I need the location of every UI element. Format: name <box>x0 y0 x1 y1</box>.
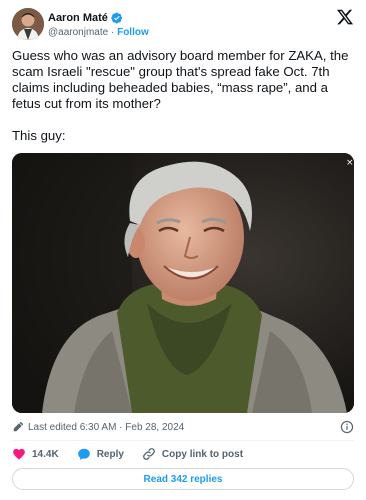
read-replies-button[interactable]: Read 342 replies <box>12 468 354 490</box>
copy-link-label: Copy link to post <box>161 448 244 460</box>
action-bar: 14.4K Reply Copy link to post <box>12 447 261 461</box>
separator-dot: · <box>110 27 115 38</box>
info-icon[interactable] <box>340 420 354 434</box>
x-logo-icon[interactable] <box>336 8 354 26</box>
edited-timestamp[interactable]: Last edited 6:30 AM · Feb 28, 2024 <box>28 422 184 433</box>
avatar[interactable] <box>12 8 44 40</box>
link-icon <box>143 448 155 460</box>
tweet-text: Guess who was an advisory board member f… <box>12 48 354 144</box>
author-handle[interactable]: @aaronjmate <box>48 27 108 38</box>
reply-button[interactable]: Reply <box>77 447 124 461</box>
reply-icon <box>77 448 90 460</box>
verified-badge-icon <box>111 12 123 24</box>
svg-text:×: × <box>346 158 354 168</box>
follow-button[interactable]: Follow <box>117 27 149 38</box>
like-count: 14.4K <box>32 448 59 460</box>
tweet-card: Aaron Maté @aaronjmate · Follow Guess wh… <box>0 0 366 500</box>
reply-label: Reply <box>96 448 124 460</box>
author-display-name[interactable]: Aaron Maté <box>48 12 108 24</box>
divider <box>12 440 354 441</box>
pencil-icon <box>13 421 24 432</box>
handle-row: @aaronjmate · Follow <box>48 27 149 38</box>
heart-icon <box>13 448 25 460</box>
name-row: Aaron Maté <box>48 11 149 25</box>
tweet-body: Guess who was an advisory board member f… <box>12 48 349 111</box>
author-names: Aaron Maté @aaronjmate · Follow <box>48 11 149 38</box>
tweet-body-second: This guy: <box>12 128 66 143</box>
copy-link-button[interactable]: Copy link to post <box>142 447 243 461</box>
like-button[interactable]: 14.4K <box>12 447 59 461</box>
tweet-photo[interactable]: × <box>12 153 354 413</box>
edited-row: Last edited 6:30 AM · Feb 28, 2024 <box>12 420 354 434</box>
tweet-header: Aaron Maté @aaronjmate · Follow <box>12 8 354 42</box>
